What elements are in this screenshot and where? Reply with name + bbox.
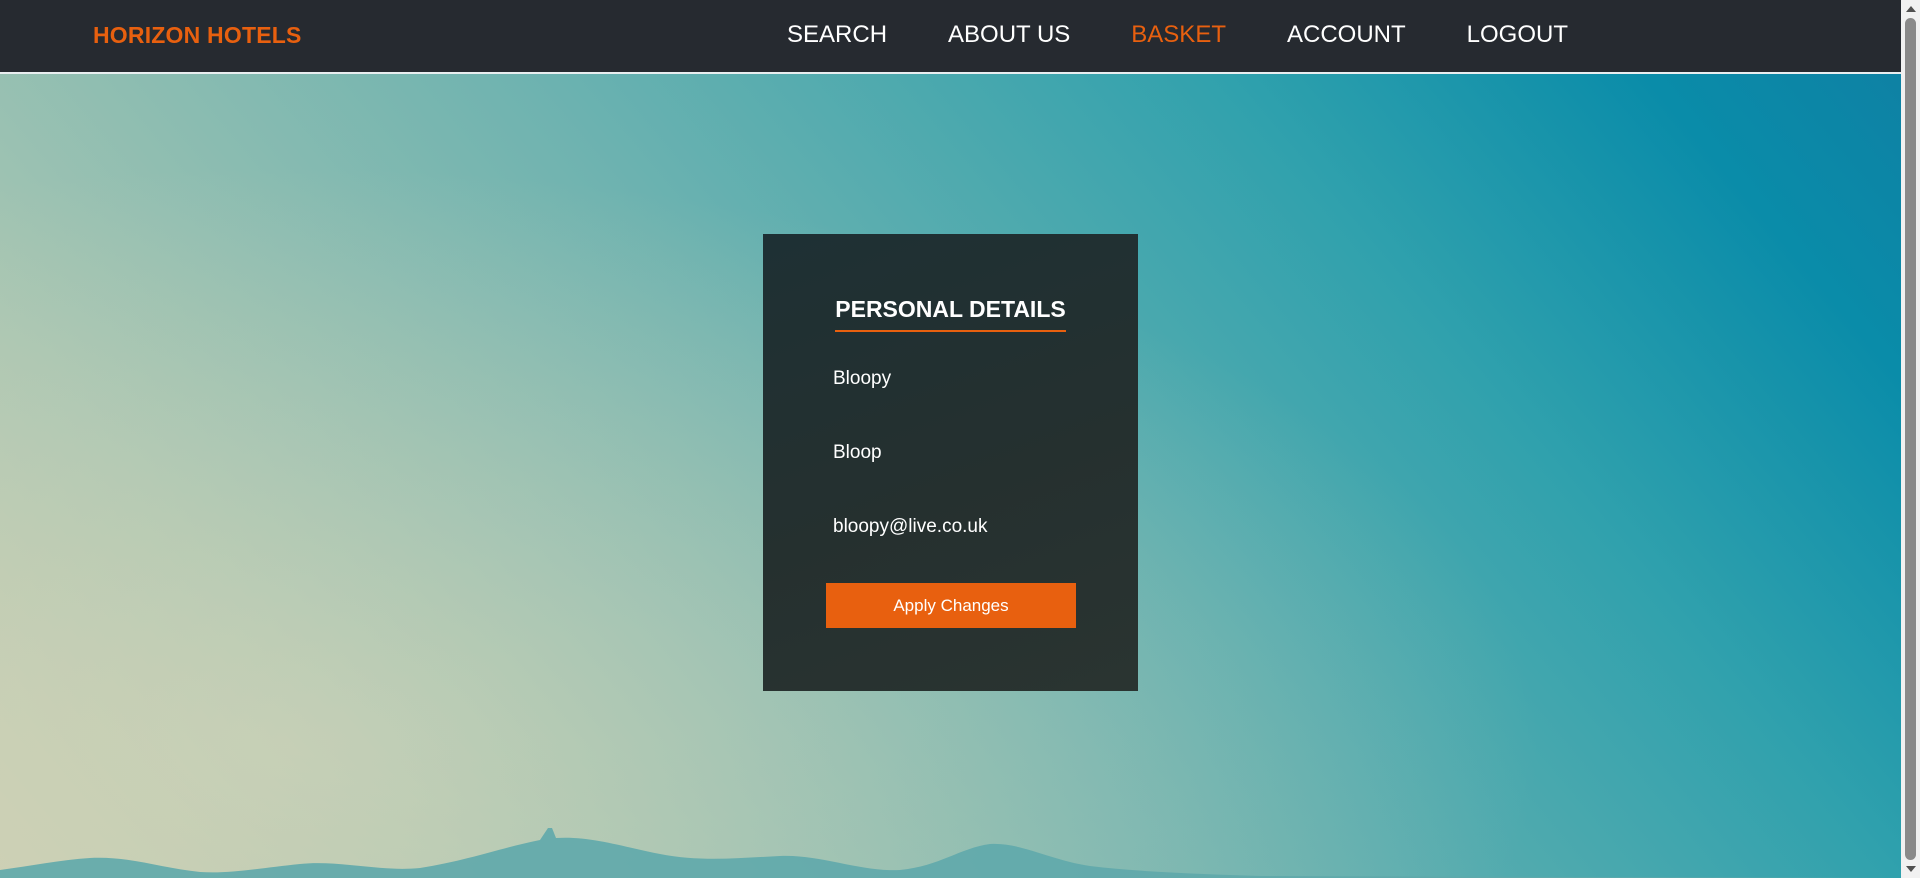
chevron-down-icon[interactable] [1906,866,1916,872]
nav-item-about-us[interactable]: ABOUT US [948,21,1070,49]
scrollbar-thumb[interactable] [1905,18,1916,860]
nav-links: SEARCH ABOUT US BASKET ACCOUNT LOGOUT [787,21,1568,49]
brand-logo[interactable]: HORIZON HOTELS [93,22,302,49]
personal-details-card: PERSONAL DETAILS Apply Changes [763,234,1138,691]
email-field[interactable] [833,512,1083,542]
card-title: PERSONAL DETAILS [763,296,1138,332]
mountain-silhouette [0,828,1901,878]
nav-item-account[interactable]: ACCOUNT [1287,21,1406,49]
chevron-up-icon[interactable] [1906,6,1916,12]
top-navbar: HORIZON HOTELS SEARCH ABOUT US BASKET AC… [0,0,1901,74]
apply-changes-button[interactable]: Apply Changes [826,583,1076,628]
nav-item-basket[interactable]: BASKET [1131,21,1226,49]
personal-details-heading: PERSONAL DETAILS [835,296,1066,332]
nav-item-logout[interactable]: LOGOUT [1467,21,1568,49]
vertical-scrollbar[interactable] [1901,0,1920,878]
last-name-field[interactable] [833,438,1083,468]
page: HORIZON HOTELS SEARCH ABOUT US BASKET AC… [0,0,1920,878]
nav-item-search[interactable]: SEARCH [787,21,887,49]
first-name-field[interactable] [833,364,1083,394]
